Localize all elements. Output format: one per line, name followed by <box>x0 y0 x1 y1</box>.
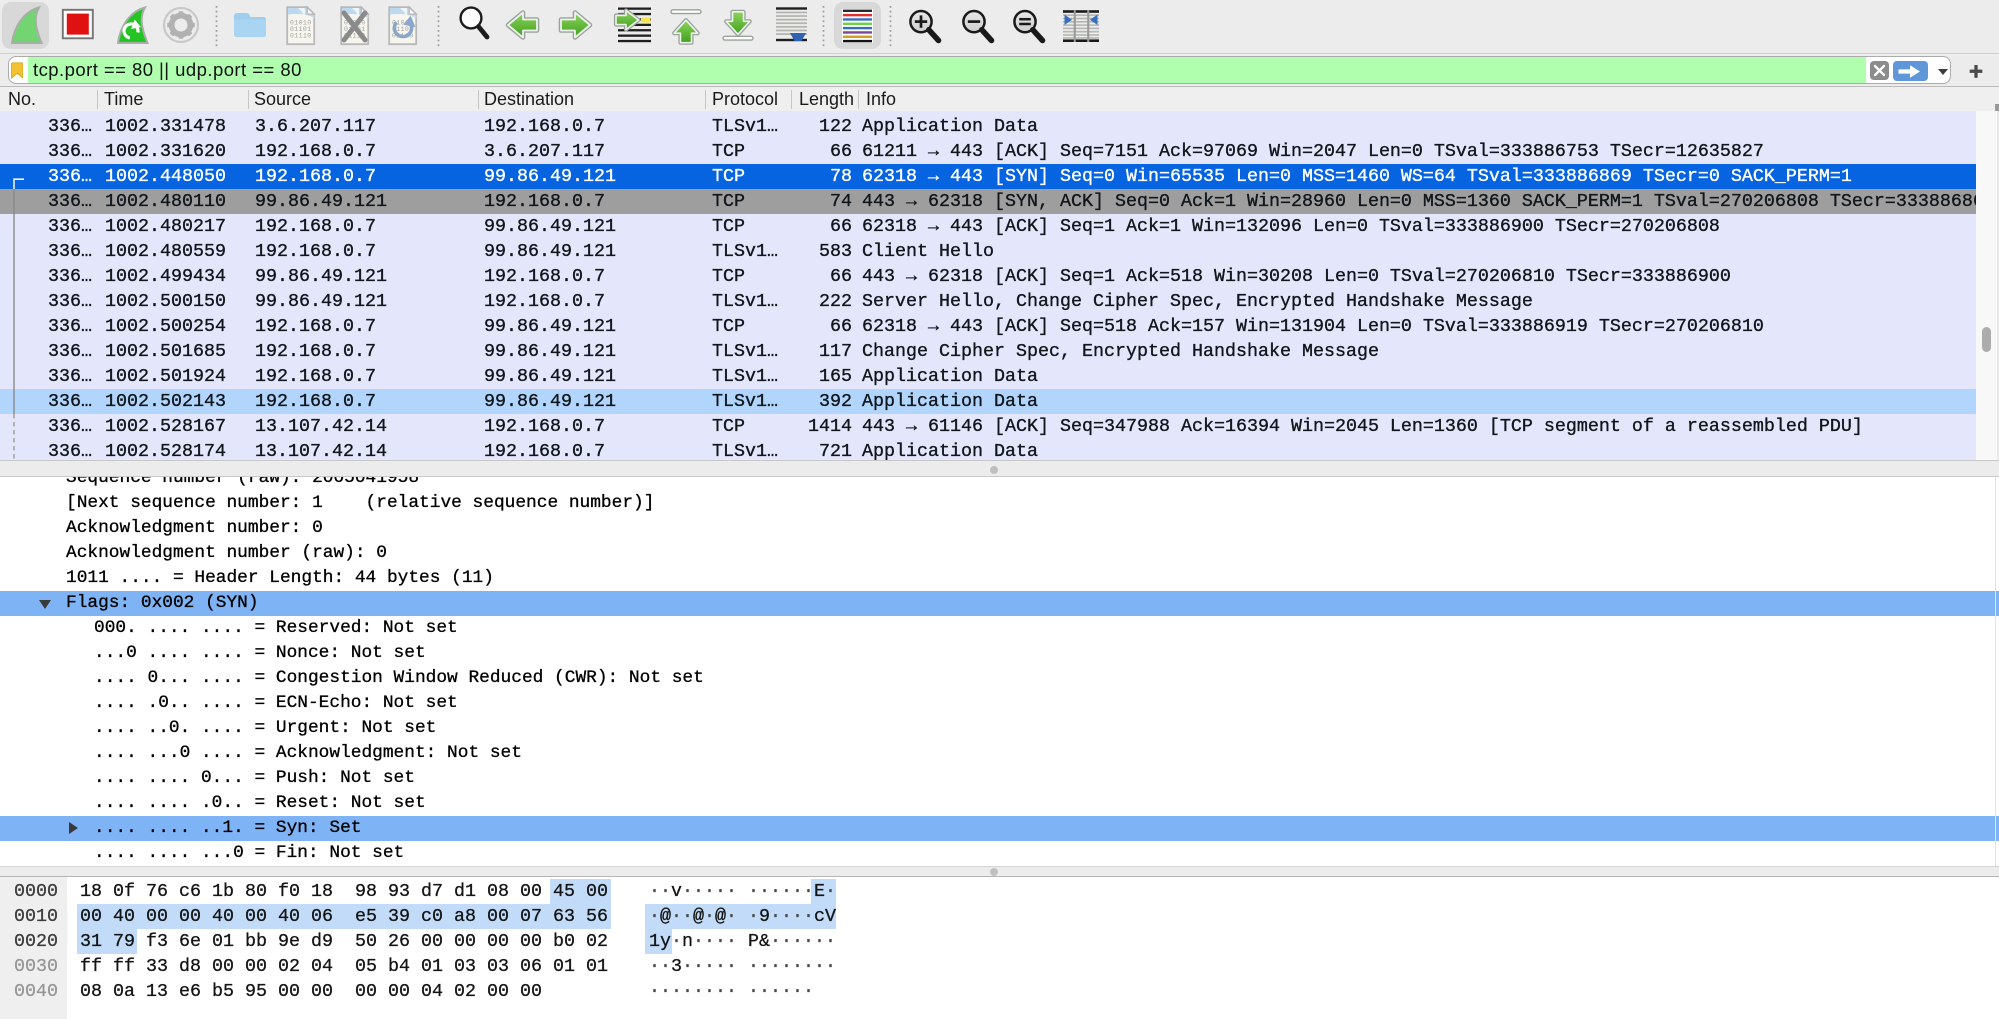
svg-text:01110: 01110 <box>290 33 312 40</box>
